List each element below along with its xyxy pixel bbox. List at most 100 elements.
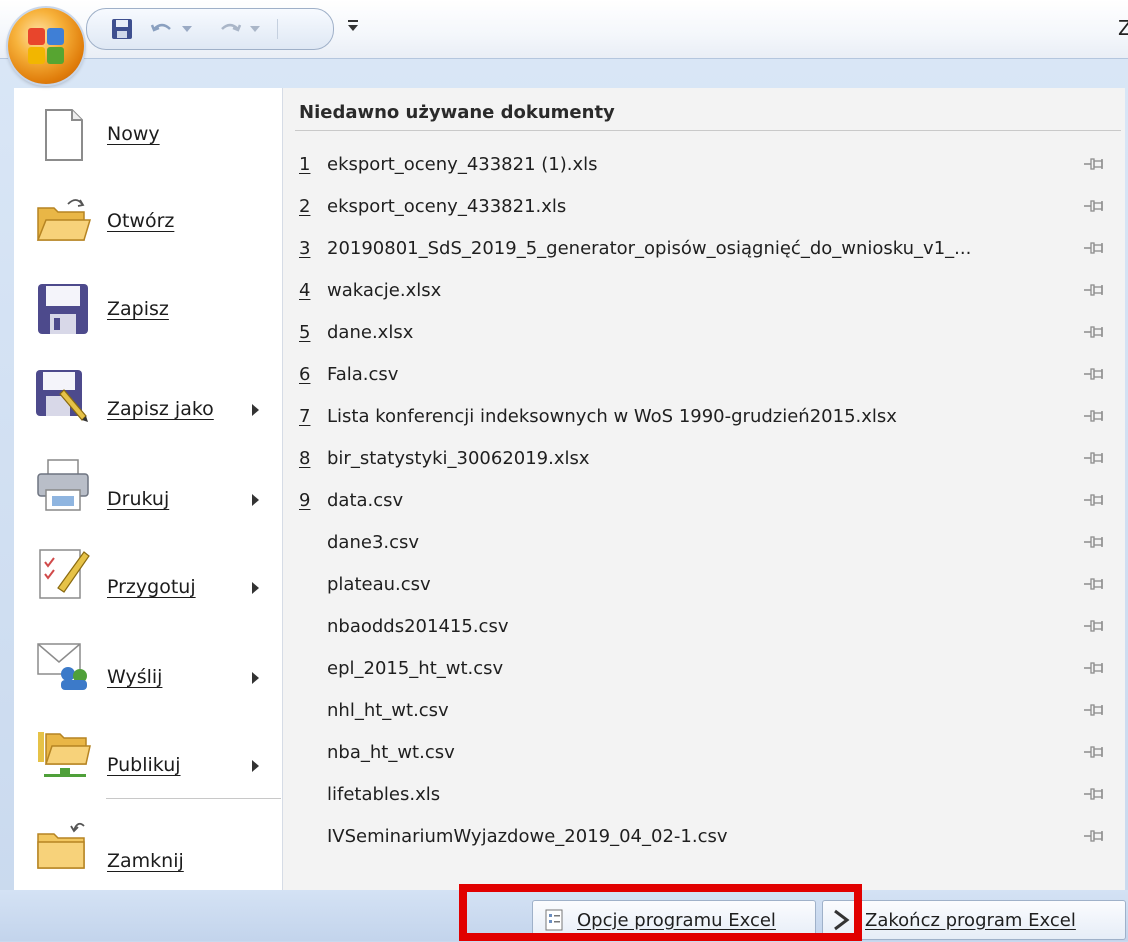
recent-document-item[interactable]: 1 eksport_oceny_433821 (1).xls [283, 144, 1125, 186]
recent-document-item[interactable]: epl_2015_ht_wt.csv [283, 648, 1125, 690]
pin-icon[interactable] [1083, 786, 1105, 802]
pin-icon[interactable] [1083, 198, 1105, 214]
save-as-icon [36, 370, 88, 422]
recent-document-item[interactable]: 3 20190801_SdS_2019_5_generator_opisów_os… [283, 228, 1125, 270]
redo-icon[interactable] [217, 17, 243, 41]
recent-document-name: dane.xlsx [327, 322, 414, 343]
excel-options-button[interactable]: Opcje programu Excel [532, 900, 816, 940]
pin-icon[interactable] [1083, 744, 1105, 760]
recent-document-item[interactable]: 9 data.csv [283, 480, 1125, 522]
recent-document-item[interactable]: 4 wakacje.xlsx [283, 270, 1125, 312]
undo-dropdown-icon[interactable] [181, 17, 193, 41]
menu-item-label: Zapisz jako [107, 398, 214, 420]
title-bar: Z [0, 0, 1128, 59]
pin-icon[interactable] [1083, 324, 1105, 340]
pin-icon[interactable] [1083, 366, 1105, 382]
recent-document-item[interactable]: nbaodds201415.csv [283, 606, 1125, 648]
recent-document-name: Fala.csv [327, 364, 399, 385]
prepare-icon [39, 549, 90, 599]
quick-access-toolbar [86, 8, 334, 50]
pin-icon[interactable] [1083, 576, 1105, 592]
save-icon [38, 284, 88, 334]
menu-item-label: Zapisz [107, 298, 169, 320]
recent-document-item[interactable]: plateau.csv [283, 564, 1125, 606]
pin-icon[interactable] [1083, 156, 1105, 172]
recent-documents-list: 1 eksport_oceny_433821 (1).xls 2 eksport_oc… [283, 144, 1125, 858]
save-icon[interactable] [109, 17, 135, 41]
publish-icon [38, 732, 91, 777]
pin-icon[interactable] [1083, 282, 1105, 298]
pin-icon[interactable] [1083, 450, 1105, 466]
recent-document-number: 4 [299, 280, 311, 301]
pin-icon[interactable] [1083, 618, 1105, 634]
printer-icon [37, 459, 89, 511]
recent-title-divider [295, 130, 1121, 131]
recent-document-number: 6 [299, 364, 311, 385]
menu-item-open[interactable]: Otwórz [14, 180, 282, 264]
menu-item-publish[interactable]: Publikuj [14, 710, 282, 794]
pin-icon[interactable] [1083, 828, 1105, 844]
excel-options-label: Opcje programu Excel [577, 909, 776, 931]
menu-item-prepare[interactable]: Przygotuj [14, 532, 282, 616]
menu-item-label: Zamknij [107, 850, 184, 872]
options-icon [545, 909, 563, 931]
recent-document-name: IVSeminariumWyjazdowe_2019_04_02-1.csv [327, 826, 728, 847]
menu-item-print[interactable]: Drukuj [14, 444, 282, 528]
recent-document-item[interactable]: nhl_ht_wt.csv [283, 690, 1125, 732]
recent-document-item[interactable]: IVSeminariumWyjazdowe_2019_04_02-1.csv [283, 816, 1125, 858]
menu-item-label: Nowy [107, 123, 160, 145]
menu-item-label: Wyślij [107, 666, 163, 688]
recent-document-item[interactable]: lifetables.xls [283, 774, 1125, 816]
recent-document-number: 9 [299, 490, 311, 511]
recent-document-name: plateau.csv [327, 574, 431, 595]
submenu-arrow-icon [252, 760, 259, 772]
pin-icon[interactable] [1083, 702, 1105, 718]
recent-document-name: wakacje.xlsx [327, 280, 442, 301]
recent-document-number: 7 [299, 406, 311, 427]
recent-document-item[interactable]: nba_ht_wt.csv [283, 732, 1125, 774]
pin-icon[interactable] [1083, 408, 1105, 424]
recent-document-item[interactable]: 7 Lista konferencji indeksownych w WoS 19… [283, 396, 1125, 438]
pin-icon[interactable] [1083, 534, 1105, 550]
recent-document-name: nbaodds201415.csv [327, 616, 509, 637]
menu-item-close[interactable]: Zamknij [14, 804, 282, 888]
menu-item-label: Przygotuj [107, 576, 196, 598]
send-icon [37, 643, 87, 690]
recent-documents-pane: Niedawno używane dokumenty 1 eksport_ocen… [283, 88, 1125, 890]
recent-document-item[interactable]: 2 eksport_oceny_433821.xls [283, 186, 1125, 228]
office-button[interactable] [8, 8, 84, 84]
recent-document-name: epl_2015_ht_wt.csv [327, 658, 504, 679]
menu-item-new[interactable]: Nowy [14, 94, 282, 178]
recent-document-item[interactable]: dane3.csv [283, 522, 1125, 564]
recent-documents-title: Niedawno używane dokumenty [299, 102, 615, 123]
exit-icon [834, 909, 850, 931]
menu-item-save-as[interactable]: Zapisz jako [14, 354, 282, 438]
menu-item-label: Publikuj [107, 754, 181, 776]
pin-icon[interactable] [1083, 240, 1105, 256]
pin-icon[interactable] [1083, 492, 1105, 508]
recent-document-name: lifetables.xls [327, 784, 441, 805]
recent-document-name: eksport_oceny_433821 (1).xls [327, 154, 598, 175]
recent-document-name: eksport_oceny_433821.xls [327, 196, 567, 217]
redo-dropdown-icon[interactable] [249, 17, 261, 41]
menu-item-save[interactable]: Zapisz [14, 268, 282, 352]
recent-document-name: Lista konferencji indeksownych w WoS 199… [327, 406, 897, 427]
recent-document-number: 1 [299, 154, 311, 175]
office-logo-icon [28, 28, 64, 64]
menu-item-send[interactable]: Wyślij [14, 622, 282, 706]
pin-icon[interactable] [1083, 660, 1105, 676]
office-menu-commands: Nowy Otwórz Zapisz Zapisz jako Drukuj Pr… [14, 88, 283, 890]
menu-divider [106, 798, 281, 799]
submenu-arrow-icon [252, 672, 259, 684]
customize-toolbar-icon[interactable] [346, 16, 360, 34]
recent-document-item[interactable]: 8 bir_statystyki_30062019.xlsx [283, 438, 1125, 480]
recent-document-number: 2 [299, 196, 311, 217]
recent-document-item[interactable]: 5 dane.xlsx [283, 312, 1125, 354]
recent-document-number: 3 [299, 238, 311, 259]
recent-document-number: 8 [299, 448, 311, 469]
exit-excel-button[interactable]: Zakończ program Excel [822, 900, 1126, 940]
new-document-icon [45, 109, 83, 161]
undo-icon[interactable] [149, 17, 175, 41]
recent-document-item[interactable]: 6 Fala.csv [283, 354, 1125, 396]
submenu-arrow-icon [252, 494, 259, 506]
